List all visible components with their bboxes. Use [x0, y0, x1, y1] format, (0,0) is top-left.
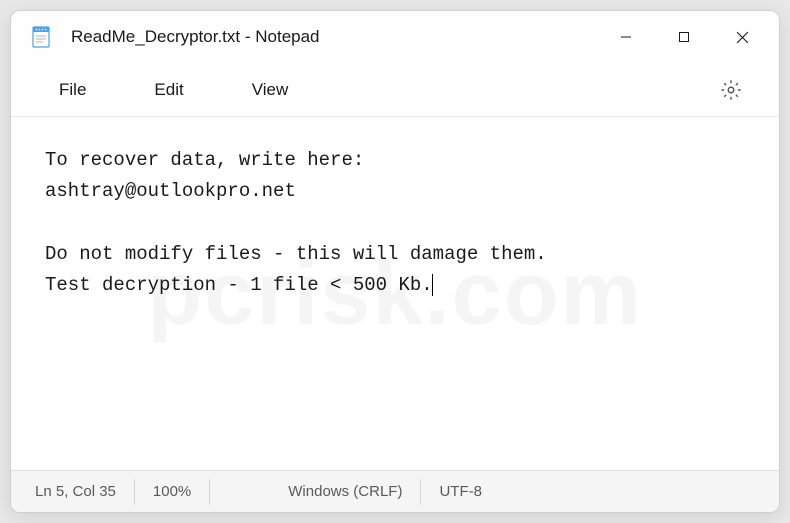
menu-edit[interactable]: Edit: [134, 72, 203, 108]
status-lineending: Windows (CRLF): [270, 479, 421, 505]
status-encoding: UTF-8: [421, 479, 500, 505]
notepad-window: ReadMe_Decryptor.txt - Notepad File Edit…: [10, 10, 780, 513]
window-controls: [597, 17, 771, 57]
close-button[interactable]: [713, 17, 771, 57]
statusbar: Ln 5, Col 35 100% Windows (CRLF) UTF-8: [11, 470, 779, 512]
menu-file[interactable]: File: [39, 72, 106, 108]
maximize-button[interactable]: [655, 17, 713, 57]
status-zoom[interactable]: 100%: [135, 479, 210, 505]
menu-view[interactable]: View: [232, 72, 309, 108]
text-caret: [432, 274, 433, 296]
window-title: ReadMe_Decryptor.txt - Notepad: [71, 27, 597, 47]
editor-text: To recover data, write here: ashtray@out…: [45, 149, 547, 296]
settings-button[interactable]: [711, 70, 751, 110]
menubar: File Edit View: [11, 63, 779, 117]
text-editor[interactable]: To recover data, write here: ashtray@out…: [11, 117, 779, 470]
minimize-button[interactable]: [597, 17, 655, 57]
status-position: Ln 5, Col 35: [35, 479, 135, 505]
notepad-icon: [29, 25, 53, 49]
titlebar: ReadMe_Decryptor.txt - Notepad: [11, 11, 779, 63]
